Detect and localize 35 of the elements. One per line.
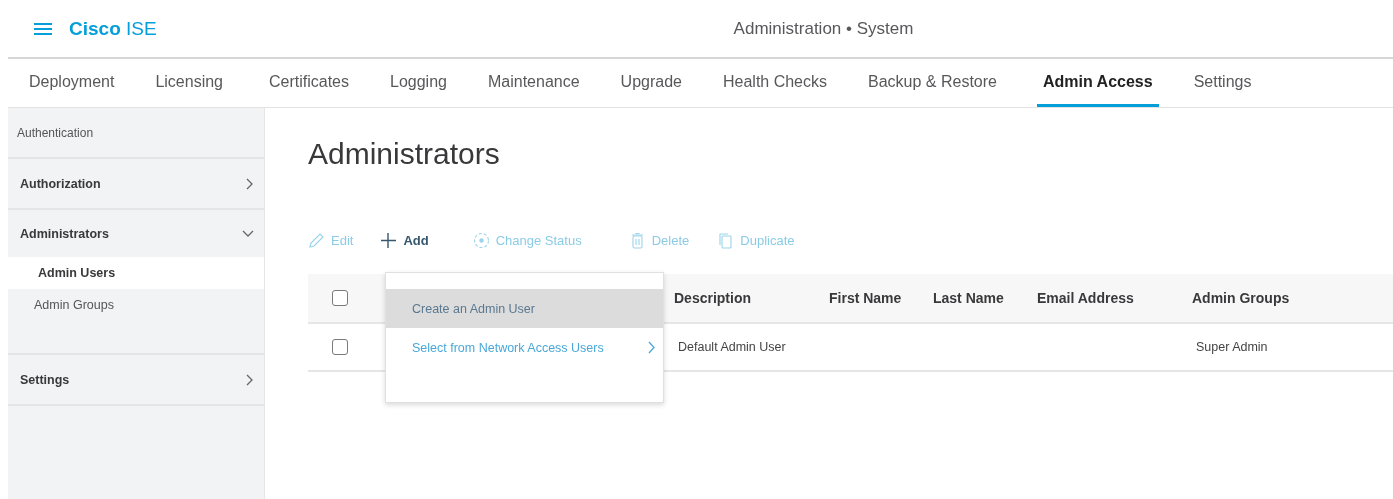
sidebar-subitem[interactable]: Admin Groups: [8, 289, 264, 321]
radar-icon: [472, 231, 490, 249]
tab[interactable]: Settings: [1193, 59, 1252, 107]
menu-icon[interactable]: [34, 21, 52, 36]
tab[interactable]: Upgrade: [620, 59, 682, 107]
column-header: Email Address: [1037, 290, 1134, 306]
tab[interactable]: Health Checks: [722, 59, 827, 107]
column-header: Admin Groups: [1192, 290, 1290, 306]
tab[interactable]: Backup & Restore: [868, 59, 997, 107]
tab[interactable]: Logging: [390, 59, 447, 107]
checkbox[interactable]: [332, 339, 348, 355]
table-cell: Super Admin: [1196, 340, 1268, 354]
sidebar-subitem[interactable]: Admin Users: [8, 257, 264, 289]
column-header: Last Name: [933, 290, 1004, 306]
copy-icon: [717, 231, 735, 249]
toolbar-button[interactable]: Add: [380, 231, 429, 249]
menu-item[interactable]: Create an Admin User: [386, 289, 663, 328]
product-logo: Cisco ISE: [69, 17, 157, 40]
sidebar-item[interactable]: Authorization: [20, 176, 101, 191]
tab[interactable]: Maintenance: [487, 59, 580, 107]
sidebar-item[interactable]: Authentication: [17, 125, 94, 140]
column-header: Description: [674, 290, 751, 306]
pencil-icon: [308, 231, 325, 249]
checkbox[interactable]: [332, 290, 348, 306]
sidebar-item[interactable]: Administrators: [20, 226, 109, 241]
table-cell: Default Admin User: [678, 340, 786, 354]
plus-icon: [380, 231, 398, 249]
sidebar-item[interactable]: Settings: [20, 372, 70, 387]
tab[interactable]: Admin Access: [1036, 59, 1159, 107]
tab[interactable]: Deployment: [29, 59, 115, 107]
page-title: Administrators: [308, 136, 501, 172]
column-header: First Name: [829, 290, 902, 306]
tab[interactable]: Licensing: [155, 59, 223, 107]
tab[interactable]: Certificates: [269, 59, 349, 107]
page-header-title: Administration • System: [733, 18, 914, 38]
